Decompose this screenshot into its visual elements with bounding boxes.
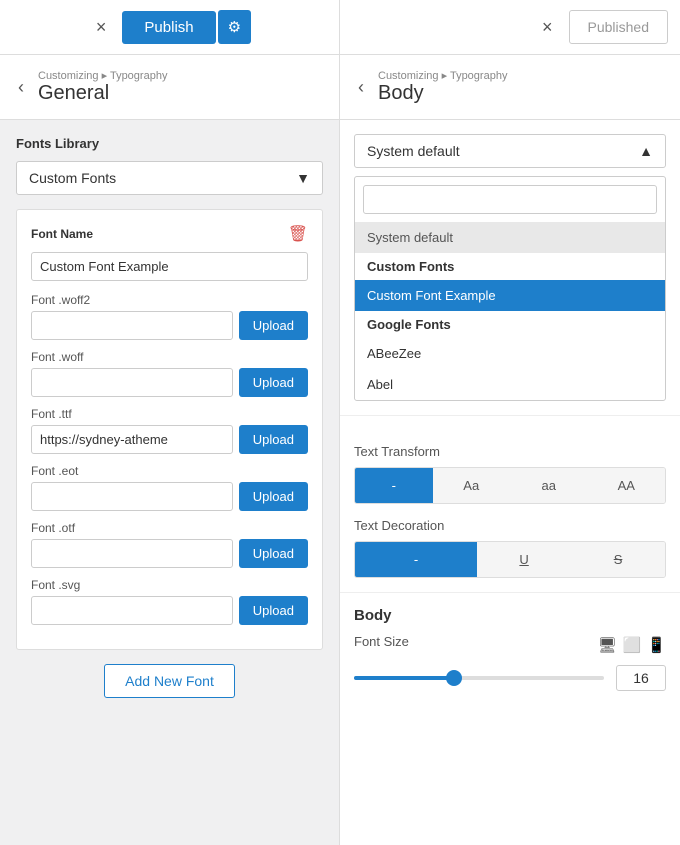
font-woff2-label: Font .woff2 bbox=[31, 293, 308, 307]
fonts-dropdown[interactable]: Custom Fonts ▼ bbox=[16, 161, 323, 195]
right-panel: System default ▲ System default Custom F… bbox=[340, 120, 680, 845]
google-fonts-group-label: Google Fonts bbox=[355, 311, 665, 338]
breadcrumb-title-left: General bbox=[38, 82, 167, 105]
font-svg-label: Font .svg bbox=[31, 578, 308, 592]
breadcrumb-text-left: Customizing ▸ Typography General bbox=[38, 69, 167, 105]
font-size-slider-track[interactable] bbox=[354, 676, 604, 680]
font-name-label: Font Name bbox=[31, 227, 93, 241]
desktop-icon[interactable]: 🖥 bbox=[598, 636, 617, 654]
top-bar: × Publish ⚙ × Published bbox=[0, 0, 680, 55]
back-arrow-right[interactable]: ‹ bbox=[354, 77, 368, 98]
body-section: Body Font Size 🖥 ⬜ 📱 16 bbox=[340, 592, 680, 705]
text-decoration-label: Text Decoration bbox=[354, 518, 666, 533]
font-dropdown-container: System default Custom Fonts Custom Font … bbox=[354, 176, 666, 401]
upload-woff-button[interactable]: Upload bbox=[239, 368, 308, 397]
back-arrow-left[interactable]: ‹ bbox=[14, 77, 28, 98]
fonts-dropdown-label: Custom Fonts bbox=[29, 170, 116, 186]
font-svg-input[interactable] bbox=[31, 596, 233, 625]
decoration-underline-button[interactable]: U bbox=[477, 542, 571, 577]
breadcrumb-right: ‹ Customizing ▸ Typography Body bbox=[340, 55, 680, 119]
font-eot-label: Font .eot bbox=[31, 464, 308, 478]
upload-otf-button[interactable]: Upload bbox=[239, 539, 308, 568]
font-woff-group: Font .woff Upload bbox=[31, 350, 308, 397]
font-woff-label: Font .woff bbox=[31, 350, 308, 364]
slider-thumb[interactable] bbox=[446, 670, 462, 686]
font-size-label: Font Size bbox=[354, 634, 409, 649]
top-bar-right: × Published bbox=[340, 0, 680, 54]
text-transform-label: Text Transform bbox=[354, 444, 666, 459]
breadcrumb-path-right: Customizing ▸ Typography bbox=[378, 69, 507, 82]
upload-svg-button[interactable]: Upload bbox=[239, 596, 308, 625]
device-icons: 🖥 ⬜ 📱 bbox=[598, 636, 666, 654]
fonts-library-label: Fonts Library bbox=[16, 136, 323, 151]
publish-button[interactable]: Publish bbox=[122, 11, 215, 44]
breadcrumb-left: ‹ Customizing ▸ Typography General bbox=[0, 55, 340, 119]
transform-uppercase-button[interactable]: AA bbox=[588, 468, 666, 503]
font-size-value[interactable]: 16 bbox=[616, 665, 666, 691]
font-search-input[interactable] bbox=[363, 185, 657, 214]
right-top: System default ▲ System default Custom F… bbox=[340, 120, 680, 416]
breadcrumb-bar: ‹ Customizing ▸ Typography General ‹ Cus… bbox=[0, 55, 680, 120]
system-default-dropdown[interactable]: System default ▲ bbox=[354, 134, 666, 168]
add-new-font-button[interactable]: Add New Font bbox=[104, 664, 235, 698]
breadcrumb-text-right: Customizing ▸ Typography Body bbox=[378, 69, 507, 105]
upload-ttf-button[interactable]: Upload bbox=[239, 425, 308, 454]
tablet-icon[interactable]: ⬜ bbox=[623, 636, 642, 654]
top-bar-left: × Publish ⚙ bbox=[0, 0, 340, 54]
gear-button[interactable]: ⚙ bbox=[218, 10, 251, 44]
font-otf-group: Font .otf Upload bbox=[31, 521, 308, 568]
abel-option[interactable]: Abel bbox=[355, 369, 665, 400]
font-name-input[interactable] bbox=[31, 252, 308, 281]
font-card: Font Name 🗑 Font .woff2 Upload Font .wof… bbox=[16, 209, 323, 650]
custom-font-example-option[interactable]: Custom Font Example bbox=[355, 280, 665, 311]
font-svg-group: Font .svg Upload bbox=[31, 578, 308, 625]
custom-fonts-group-label: Custom Fonts bbox=[355, 253, 665, 280]
breadcrumb-title-right: Body bbox=[378, 82, 507, 105]
font-card-header: Font Name 🗑 bbox=[31, 224, 308, 244]
system-default-label: System default bbox=[367, 143, 460, 159]
close-button-left[interactable]: × bbox=[88, 13, 115, 42]
body-title: Body bbox=[354, 607, 666, 624]
font-size-slider-row: 16 bbox=[354, 665, 666, 691]
decoration-none-button[interactable]: - bbox=[355, 542, 477, 577]
font-otf-label: Font .otf bbox=[31, 521, 308, 535]
right-controls: Text Transform - Aa aa AA Text Decoratio… bbox=[340, 416, 680, 592]
decoration-strikethrough-button[interactable]: S bbox=[571, 542, 665, 577]
transform-capitalize-button[interactable]: Aa bbox=[433, 468, 511, 503]
font-otf-input[interactable] bbox=[31, 539, 233, 568]
chevron-up-icon: ▲ bbox=[639, 143, 653, 159]
font-woff-input[interactable] bbox=[31, 368, 233, 397]
transform-none-button[interactable]: - bbox=[355, 468, 433, 503]
published-button: Published bbox=[569, 10, 669, 44]
font-woff2-group: Font .woff2 Upload bbox=[31, 293, 308, 340]
upload-woff2-button[interactable]: Upload bbox=[239, 311, 308, 340]
text-decoration-row: - U S bbox=[354, 541, 666, 578]
main-content: Fonts Library Custom Fonts ▼ Font Name 🗑… bbox=[0, 120, 680, 845]
font-ttf-input[interactable] bbox=[31, 425, 233, 454]
font-eot-input[interactable] bbox=[31, 482, 233, 511]
font-ttf-label: Font .ttf bbox=[31, 407, 308, 421]
upload-eot-button[interactable]: Upload bbox=[239, 482, 308, 511]
delete-icon[interactable]: 🗑 bbox=[288, 224, 308, 244]
transform-lowercase-button[interactable]: aa bbox=[510, 468, 588, 503]
chevron-down-icon: ▼ bbox=[296, 170, 310, 186]
breadcrumb-path-left: Customizing ▸ Typography bbox=[38, 69, 167, 82]
system-default-option[interactable]: System default bbox=[355, 222, 665, 253]
font-woff2-input[interactable] bbox=[31, 311, 233, 340]
close-button-right[interactable]: × bbox=[534, 13, 561, 42]
font-eot-group: Font .eot Upload bbox=[31, 464, 308, 511]
text-transform-row: - Aa aa AA bbox=[354, 467, 666, 504]
abeezee-option[interactable]: ABeeZee bbox=[355, 338, 665, 369]
font-ttf-group: Font .ttf Upload bbox=[31, 407, 308, 454]
mobile-icon[interactable]: 📱 bbox=[647, 636, 666, 654]
left-panel: Fonts Library Custom Fonts ▼ Font Name 🗑… bbox=[0, 120, 340, 845]
slider-fill bbox=[354, 676, 454, 680]
